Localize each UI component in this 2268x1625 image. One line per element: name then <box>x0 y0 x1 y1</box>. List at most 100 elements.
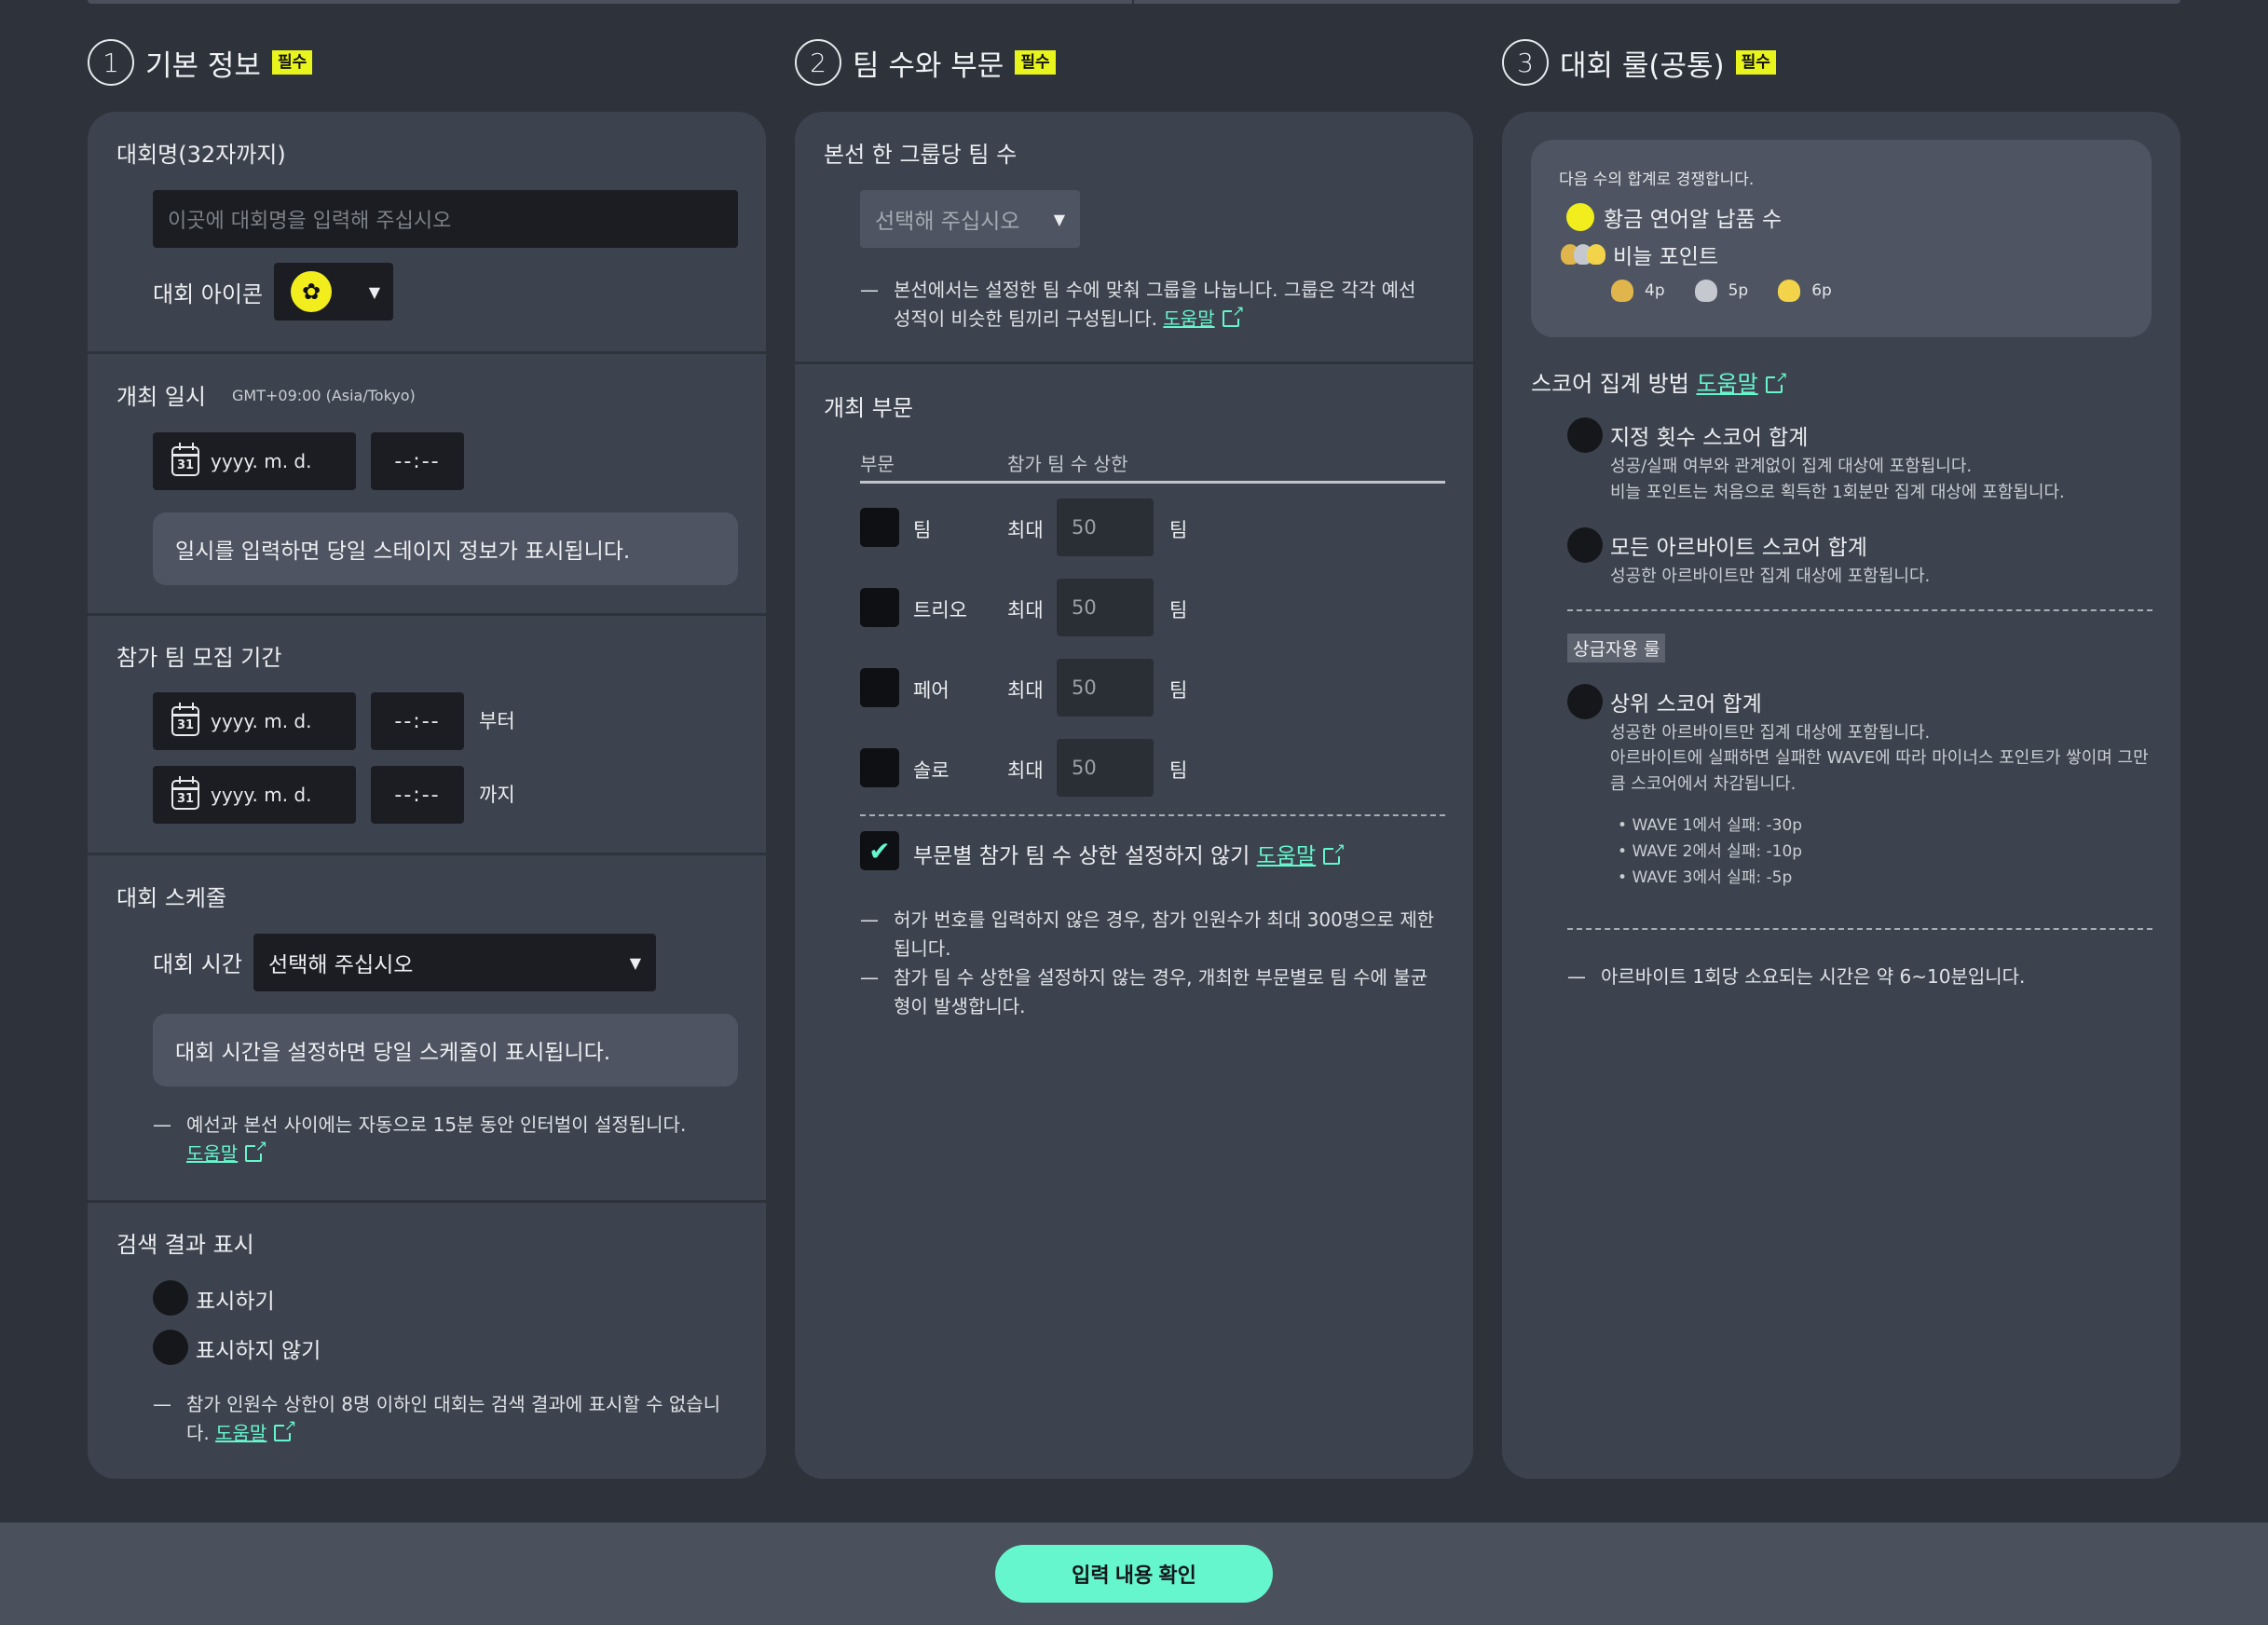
golden-egg-label: 황금 연어알 납품 수 <box>1604 208 1783 232</box>
divider <box>88 1200 766 1203</box>
golden-egg-row: 황금 연어알 납품 수 <box>1566 201 1782 233</box>
division-label: 개최 부문 <box>824 395 913 421</box>
date-input[interactable]: 31 yyyy. m. d. <box>153 432 356 490</box>
external-link-icon <box>1222 304 1245 327</box>
no-limit-label: 부문별 참가 팀 수 상한 설정하지 않기 도움말 <box>913 838 1346 869</box>
division-name: 솔로 <box>913 759 950 782</box>
external-link-icon <box>274 1418 297 1441</box>
max-label: 최대 <box>1007 599 1044 621</box>
step-number: 3 <box>1502 39 1549 86</box>
help-link[interactable]: 도움말 <box>1163 307 1214 330</box>
help-link[interactable]: 도움말 <box>1257 844 1316 868</box>
recruit-end-time[interactable]: --:-- <box>371 766 464 824</box>
solo-limit-input[interactable]: 50 <box>1057 739 1154 797</box>
chevron-down-icon: ▼ <box>629 953 641 972</box>
help-link[interactable]: 도움말 <box>1696 371 1757 397</box>
th-limit: 참가 팀 수 상한 <box>1007 453 1128 475</box>
group-size-select-value: 선택해 주십시오 <box>875 210 1020 234</box>
contest-name-input[interactable]: 이곳에 대회명을 입력해 주십시오 <box>153 190 738 248</box>
calendar-icon: 31 <box>171 443 199 476</box>
recruit-start-time[interactable]: --:-- <box>371 692 464 750</box>
from-label: 부터 <box>479 710 515 732</box>
dashed-divider <box>1567 609 2152 611</box>
divider <box>88 853 766 855</box>
external-link-icon <box>245 1139 268 1162</box>
radio-hide[interactable] <box>153 1330 188 1365</box>
score-method-label: 스코어 집계 방법 도움말 <box>1531 365 1788 398</box>
opt3-desc2: 아르바이트에 실패하면 실패한 WAVE에 따라 마이너스 포인트가 쌓이며 그… <box>1610 748 2149 794</box>
top-rule-divider <box>1132 0 1134 4</box>
trio-limit-input[interactable]: 50 <box>1057 579 1154 636</box>
group-note-text: 본선에서는 설정한 팀 수에 맞춰 그룹을 나눕니다. 그룹은 각각 예선 성적… <box>894 279 1416 330</box>
icon-label: 대회 아이콘 <box>153 281 264 307</box>
list-item: • WAVE 2에서 실패: -10p <box>1618 842 1803 861</box>
date-placeholder: yyyy. m. d. <box>211 450 312 472</box>
gold-egg-scale-icon <box>1778 280 1801 302</box>
opt2-title: 모든 아르바이트 스코어 합계 <box>1610 536 1867 560</box>
check-icon: ✔ <box>868 835 891 867</box>
step-number: 2 <box>795 39 841 86</box>
section-title: 기본 정보 <box>145 48 261 83</box>
required-badge: 필수 <box>1015 50 1056 75</box>
recruit-end-date[interactable]: 31 yyyy. m. d. <box>153 766 356 824</box>
radio-all-jobs[interactable] <box>1567 527 1603 563</box>
unit-label: 팀 <box>1169 519 1188 541</box>
scales-label: 비늘 포인트 <box>1613 245 1719 269</box>
section-header-teams: 2 팀 수와 부문 필수 <box>795 37 1056 88</box>
list-item: • WAVE 3에서 실패: -5p <box>1618 868 1793 887</box>
max-label: 최대 <box>1007 679 1044 702</box>
required-badge: 필수 <box>271 50 313 75</box>
icon-select[interactable]: ✿ ▼ <box>274 263 393 321</box>
division-checkbox-pair[interactable] <box>860 668 899 707</box>
group-note: — 본선에서는 설정한 팀 수에 맞춰 그룹을 나눕니다. 그룹은 각각 예선 … <box>860 276 1438 334</box>
division-checkbox-trio[interactable] <box>860 588 899 627</box>
recruit-label: 참가 팀 모집 기간 <box>116 645 282 671</box>
section-title: 대회 룰(공통) <box>1560 48 1725 83</box>
schedule-note-text: 예선과 본선 사이에는 자동으로 15분 동안 인터벌이 설정됩니다. <box>186 1113 687 1136</box>
radio-show[interactable] <box>153 1280 188 1316</box>
compete-intro: 다음 수의 합계로 경쟁합니다. <box>1559 171 1755 189</box>
divider <box>795 362 1473 364</box>
basic-info-panel: 대회명(32자까지) 이곳에 대회명을 입력해 주십시오 대회 아이콘 ✿ ▼ … <box>88 112 766 1479</box>
th-division: 부문 <box>860 453 895 475</box>
section-title: 팀 수와 부문 <box>853 48 1004 83</box>
step-number: 1 <box>88 39 134 86</box>
limit-note-2: — 참가 팀 수 상한을 설정하지 않는 경우, 개최한 부문별로 팀 수에 불… <box>860 966 1428 1017</box>
radio-top-scores[interactable] <box>1567 684 1603 719</box>
team-limit-input[interactable]: 50 <box>1057 498 1154 556</box>
calendar-icon: 31 <box>171 776 199 810</box>
duration-select[interactable]: 선택해 주십시오 ▼ <box>253 934 656 991</box>
divider <box>88 613 766 616</box>
time-input[interactable]: --:-- <box>371 432 464 490</box>
division-name: 페어 <box>913 679 950 702</box>
opt3-desc1: 성공한 아르바이트만 집계 대상에 포함됩니다. <box>1610 723 1931 743</box>
section-header-rules: 3 대회 룰(공통) 필수 <box>1502 37 1776 88</box>
scales-row: 비늘 포인트 <box>1561 239 1718 270</box>
recruit-start-date[interactable]: 31 yyyy. m. d. <box>153 692 356 750</box>
top-rule <box>88 0 2180 4</box>
division-checkbox-solo[interactable] <box>860 748 899 787</box>
limit-note-1: — 허가 번호를 입력하지 않은 경우, 참가 인원수가 최대 300명으로 제… <box>860 908 1435 960</box>
no-limit-checkbox[interactable]: ✔ <box>860 831 899 870</box>
section-header-basic: 1 기본 정보 필수 <box>88 37 313 88</box>
division-name: 트리오 <box>913 599 967 621</box>
group-size-select[interactable]: 선택해 주십시오 ▼ <box>860 190 1080 248</box>
radio-show-label: 표시하기 <box>196 1290 275 1314</box>
division-checkbox-team[interactable] <box>860 508 899 547</box>
pair-limit-input[interactable]: 50 <box>1057 659 1154 717</box>
divider <box>88 351 766 354</box>
unit-label: 팀 <box>1169 759 1188 782</box>
radio-fixed-count[interactable] <box>1567 417 1603 453</box>
confirm-button[interactable]: 입력 내용 확인 <box>995 1545 1273 1603</box>
date-placeholder: yyyy. m. d. <box>211 784 312 806</box>
opt2-desc: 성공한 아르바이트만 집계 대상에 포함됩니다. <box>1610 567 1931 586</box>
dashed-divider <box>1567 928 2152 930</box>
help-link[interactable]: 도움말 <box>215 1422 266 1444</box>
opt1-desc2: 비늘 포인트는 처음으로 획득한 1회분만 집계 대상에 포함됩니다. <box>1610 483 2065 502</box>
opt3-title: 상위 스코어 합계 <box>1610 692 1762 717</box>
unit-label: 팀 <box>1169 599 1188 621</box>
help-link[interactable]: 도움말 <box>186 1142 238 1165</box>
duration-label: 대회 시간 <box>153 951 242 977</box>
salmon-icon: ✿ <box>291 271 332 312</box>
advanced-tag: 상급자용 룰 <box>1567 634 1666 662</box>
